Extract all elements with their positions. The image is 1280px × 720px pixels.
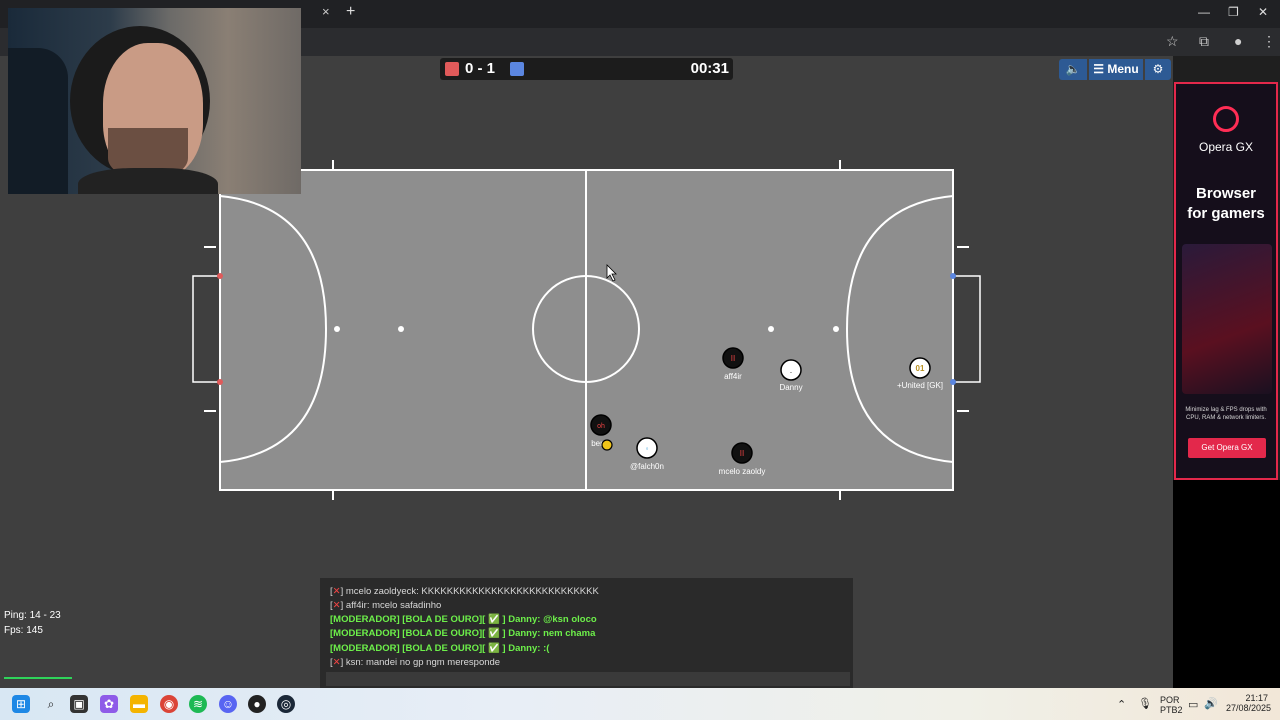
speaker-icon[interactable]: 🔊 bbox=[1204, 697, 1218, 710]
ping-text: Ping: 14 - 23 bbox=[4, 610, 61, 621]
scoreboard: 0 - 1 00:31 bbox=[440, 58, 733, 80]
chat-message: [MODERADOR] [BOLA DE OURO][ ✅ ] Danny: n… bbox=[330, 628, 596, 639]
ad-brand: Opera GX bbox=[1198, 140, 1254, 154]
opera-logo-icon bbox=[1213, 106, 1239, 132]
search-icon[interactable]: ⌕ bbox=[42, 695, 60, 713]
app-icon[interactable]: ● bbox=[248, 695, 266, 713]
close-window-icon[interactable]: ✕ bbox=[1258, 5, 1268, 19]
discord-icon[interactable]: ☺ bbox=[219, 695, 237, 713]
steam-icon[interactable]: ◎ bbox=[277, 695, 295, 713]
svg-text:+United [GK]: +United [GK] bbox=[897, 381, 943, 390]
left-goal bbox=[192, 275, 221, 383]
tray-chevron-icon[interactable]: ⌃ bbox=[1117, 698, 1126, 711]
red-goalpost bbox=[217, 379, 223, 385]
fps-text: Fps: 145 bbox=[4, 625, 43, 636]
clock[interactable]: 21:17 27/08/2025 bbox=[1226, 693, 1271, 713]
penalty-spot bbox=[334, 326, 340, 332]
svg-text:mcelo zaoldy: mcelo zaoldy bbox=[719, 467, 766, 476]
webcam-overlay bbox=[8, 8, 301, 194]
ad-subtext: Minimize lag & FPS drops with CPU, RAM &… bbox=[1185, 407, 1267, 421]
chat-message: [✕] aff4ir: mcelo safadinho bbox=[330, 600, 442, 611]
player-danny: . Danny bbox=[779, 359, 803, 392]
blue-goalpost bbox=[950, 379, 956, 385]
file-explorer-icon[interactable]: ▬ bbox=[130, 695, 148, 713]
chat-message: [✕] ksn: mandei no gp ngm meresponde bbox=[330, 657, 501, 668]
penalty-spot bbox=[768, 326, 774, 332]
muted-x-icon: ✕ bbox=[332, 586, 341, 597]
penalty-spot bbox=[398, 326, 404, 332]
chat-panel: [✕] mcelo zaoldyeck: KKKKKKKKKKKKKKKKKKK… bbox=[320, 578, 853, 688]
score-text: 0 - 1 bbox=[465, 60, 496, 77]
svg-text:01: 01 bbox=[916, 364, 925, 373]
svg-text:◦: ◦ bbox=[646, 444, 649, 453]
network-stats: Ping: 14 - 23 Fps: 145 bbox=[4, 608, 61, 638]
settings-gear-icon[interactable]: ⚙ bbox=[1145, 59, 1171, 80]
windows-start-icon[interactable]: ⊞ bbox=[12, 695, 30, 713]
opera-gx-ad[interactable]: Opera GX Browser for gamers Minimize lag … bbox=[1174, 82, 1278, 480]
svg-text:Danny: Danny bbox=[779, 383, 802, 392]
red-goalpost bbox=[217, 273, 223, 279]
ad-image bbox=[1182, 244, 1272, 394]
copilot-icon[interactable]: ✿ bbox=[100, 695, 118, 713]
right-goal bbox=[952, 275, 981, 383]
chat-message: [✕] mcelo zaoldyeck: KKKKKKKKKKKKKKKKKKK… bbox=[330, 586, 599, 597]
get-opera-gx-button[interactable]: Get Opera GX bbox=[1188, 438, 1266, 458]
player-aff4ir: II aff4ir bbox=[722, 347, 744, 381]
bookmark-star-icon[interactable]: ☆ bbox=[1166, 33, 1179, 50]
new-tab-button[interactable]: + bbox=[346, 3, 355, 21]
restore-icon[interactable]: ❐ bbox=[1228, 5, 1239, 19]
match-timer: 00:31 bbox=[690, 60, 729, 77]
chat-message: [MODERADOR] [BOLA DE OURO][ ✅ ] Danny: :… bbox=[330, 643, 550, 654]
muted-x-icon: ✕ bbox=[332, 600, 341, 611]
chat-message: [MODERADOR] [BOLA DE OURO][ ✅ ] Danny: @… bbox=[330, 614, 597, 625]
svg-text:aff4ir: aff4ir bbox=[724, 372, 742, 381]
more-options-icon[interactable]: ⋮ bbox=[1262, 33, 1276, 50]
blue-goalpost bbox=[950, 273, 956, 279]
task-view-icon[interactable]: ▣ bbox=[70, 695, 88, 713]
svg-text:oh: oh bbox=[597, 423, 605, 430]
svg-text:@falch0n: @falch0n bbox=[630, 462, 664, 471]
volume-button[interactable]: 🔈 bbox=[1059, 59, 1087, 80]
tab-close-icon[interactable]: × bbox=[322, 4, 330, 19]
svg-text:.: . bbox=[790, 366, 792, 375]
chat-input[interactable] bbox=[326, 672, 850, 686]
extensions-icon[interactable]: ⧉ bbox=[1199, 33, 1209, 50]
ad-headline: Browser for gamers bbox=[1187, 185, 1265, 222]
network-icon[interactable]: ▭ bbox=[1188, 698, 1198, 711]
profile-icon[interactable]: ● bbox=[1234, 33, 1242, 49]
svg-text:ber: ber bbox=[591, 439, 603, 448]
spotify-icon[interactable]: ≋ bbox=[189, 695, 207, 713]
language-indicator[interactable]: POR PTB2 bbox=[1160, 695, 1183, 715]
menu-button[interactable]: ☰ Menu bbox=[1089, 59, 1143, 80]
ball bbox=[601, 439, 613, 451]
red-team-indicator bbox=[445, 62, 459, 76]
penalty-spot bbox=[833, 326, 839, 332]
microphone-icon[interactable]: 🎙 bbox=[1138, 697, 1152, 710]
svg-text:II: II bbox=[740, 449, 744, 458]
fps-graph bbox=[4, 677, 72, 679]
minimize-icon[interactable]: — bbox=[1198, 5, 1210, 19]
svg-text:II: II bbox=[731, 354, 735, 363]
chrome-icon[interactable]: ◉ bbox=[160, 695, 178, 713]
blue-team-indicator bbox=[510, 62, 524, 76]
muted-x-icon: ✕ bbox=[332, 657, 341, 668]
hamburger-icon: ☰ bbox=[1093, 62, 1108, 76]
